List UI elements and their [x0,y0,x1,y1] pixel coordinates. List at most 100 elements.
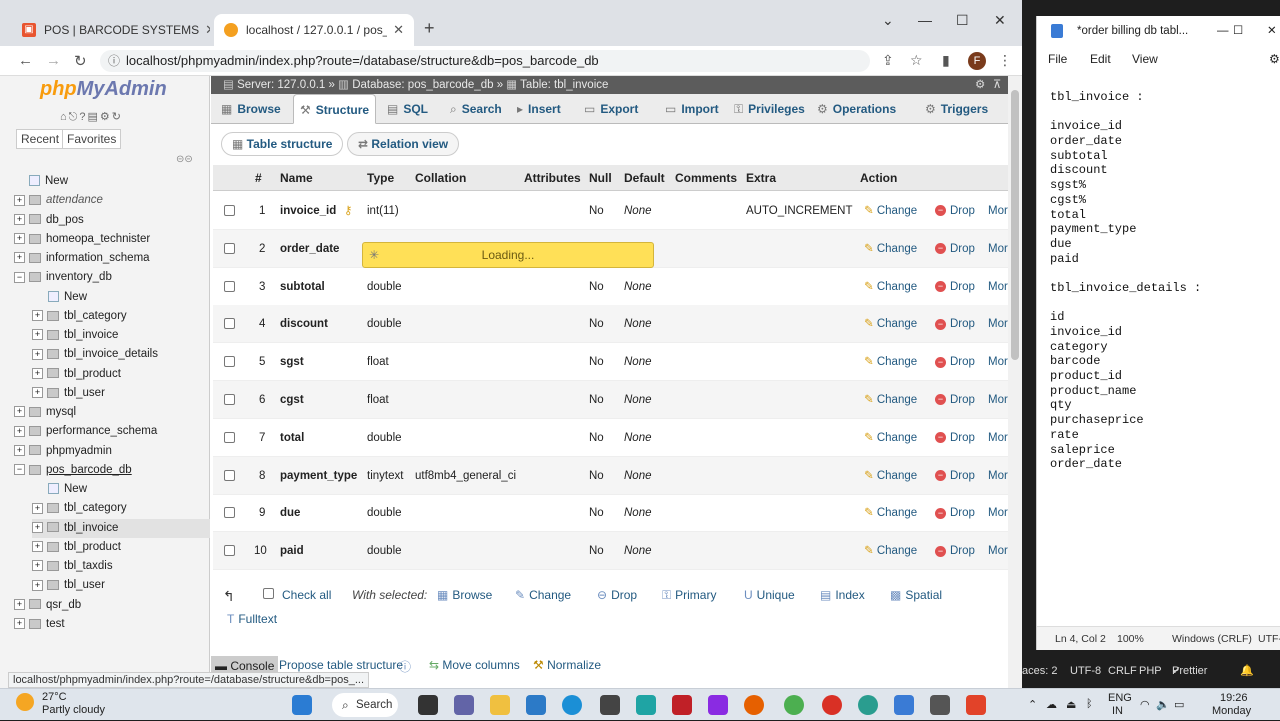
drop-action[interactable]: − Drop [935,494,975,532]
tab-sql[interactable]: ▤ SQL [381,94,434,124]
more-action[interactable]: Mor [988,457,1008,495]
more-action[interactable]: Mor [988,230,1008,268]
change-action[interactable]: ✎ Change [864,419,917,457]
collapse-link-icon[interactable]: ⊝⊝ [176,154,193,165]
logout-icon[interactable]: ⎋ [69,111,80,123]
drop-action[interactable]: − Drop [935,457,975,495]
tab-search[interactable]: ⌕ Search [444,94,508,124]
normalize-link[interactable]: ⚒ Normalize [533,658,601,672]
drop-action[interactable]: − Drop [935,268,975,306]
more-action[interactable]: Mor [988,343,1008,381]
change-action[interactable]: ✎ Change [864,305,917,343]
bulk-change-button[interactable]: ✎ Change [515,588,571,602]
indent-spaces[interactable]: aces: 2 [1022,660,1057,682]
back-arrow-icon[interactable]: ← [18,52,33,69]
tree-item-tbl-category[interactable]: + tbl_category [32,307,210,326]
close-window-icon[interactable]: ✕ [994,12,1006,29]
tab-insert[interactable]: ▸ Insert [511,94,567,124]
tab-browse[interactable]: ▦ Browse [215,94,287,124]
tree-item-information-schema[interactable]: + information_schema [14,249,210,268]
volume-icon[interactable]: 🔈 [1156,698,1170,711]
tree-item-New[interactable]: New [14,172,210,191]
row-checkbox[interactable] [224,242,235,254]
breadcrumb-server[interactable]: Server: 127.0.0.1 [237,79,325,91]
tree-item-tbl-invoice[interactable]: + tbl_invoice [32,326,210,345]
row-checkbox[interactable] [224,356,235,368]
tree-item-New[interactable]: New [32,288,210,307]
tree-item-homeopa-technister[interactable]: + homeopa_technister [14,230,210,249]
tree-item-tbl-user[interactable]: + tbl_user [32,576,210,595]
drop-action[interactable]: − Drop [935,192,975,230]
minimize-icon[interactable]: — [918,12,932,28]
tab-export[interactable]: ▭ Export [578,94,644,124]
expand-node-icon[interactable]: + [14,598,25,610]
close-tab-icon[interactable]: ✕ [387,22,404,38]
taskbar-search-button[interactable]: ⌕ Search [332,693,398,717]
share-icon[interactable]: ⇪ [882,52,894,69]
filezilla-icon[interactable] [966,695,986,715]
store-icon[interactable] [600,695,620,715]
edge-icon[interactable] [562,695,582,715]
bulk-spatial-button[interactable]: ▩ Spatial [890,588,942,602]
teams-icon[interactable] [454,695,474,715]
battery-icon[interactable]: ▭ [1174,698,1184,711]
windows-start-icon[interactable] [292,695,312,715]
notifications-bell-icon[interactable]: 🔔 [1240,660,1254,682]
expand-node-icon[interactable]: + [14,194,25,206]
settings-gear-icon[interactable]: ⚙ [975,76,985,94]
help-icon[interactable]: ⓘ [399,658,411,675]
url-input[interactable]: ⓘ localhost/phpmyadmin/index.php?route=/… [100,50,870,72]
bulk-drop-button[interactable]: ⊖ Drop [597,588,637,602]
drop-action[interactable]: − Drop [935,343,975,381]
breadcrumb-database[interactable]: Database: pos_barcode_db [352,79,493,91]
table-structure-tab[interactable]: ▦ Table structure [221,132,344,156]
more-action[interactable]: Mor [988,305,1008,343]
bulk-fulltext-button[interactable]: T Fulltext [227,612,277,626]
language-mode[interactable]: PHP [1139,660,1162,682]
expand-node-icon[interactable]: + [14,252,25,264]
collapse-node-icon[interactable]: − [14,464,25,476]
tab-privileges[interactable]: ⚿ Privileges [728,94,811,124]
terminal-icon[interactable] [930,695,950,715]
tree-item-tbl-user[interactable]: + tbl_user [32,384,210,403]
change-action[interactable]: ✎ Change [864,381,917,419]
drop-action[interactable]: − Drop [935,230,975,268]
expand-node-icon[interactable]: + [14,213,25,225]
drop-action[interactable]: − Drop [935,305,975,343]
tree-item-performance-schema[interactable]: + performance_schema [14,422,210,441]
clock-day[interactable]: Monday [1212,705,1251,717]
file-encoding[interactable]: UTF-8 [1070,660,1101,682]
menu-dots-icon[interactable]: ⋮ [998,52,1012,69]
more-action[interactable]: Mor [988,268,1008,306]
tree-item-New[interactable]: New [32,480,210,499]
menu-edit[interactable]: Edit [1090,52,1111,66]
close-window-icon[interactable]: ✕ [1267,16,1277,46]
check-all-label[interactable]: Check all [282,588,331,602]
change-action[interactable]: ✎ Change [864,192,917,230]
maximize-icon[interactable]: ☐ [956,12,969,29]
firefox-icon[interactable] [744,695,764,715]
tree-item-mysql[interactable]: + mysql [14,403,210,422]
file-explorer-icon[interactable] [490,695,510,715]
change-action[interactable]: ✎ Change [864,343,917,381]
drop-action[interactable]: − Drop [935,419,975,457]
cloud-icon[interactable]: ☁ [1046,698,1057,711]
expand-node-icon[interactable]: + [14,233,25,245]
expand-node-icon[interactable]: + [14,618,25,630]
tree-item-tbl-category[interactable]: + tbl_category [32,499,210,518]
breadcrumb-table[interactable]: Table: tbl_invoice [520,79,608,91]
tree-item-inventory-db[interactable]: − inventory_db [14,268,210,287]
menu-view[interactable]: View [1132,52,1158,66]
row-checkbox[interactable] [224,469,235,481]
tree-item-tbl-product[interactable]: + tbl_product [32,538,210,557]
chrome-profile-icon[interactable] [858,695,878,715]
expand-node-icon[interactable]: + [32,367,43,379]
col-header-name[interactable]: Name [280,165,313,191]
forward-arrow-icon[interactable]: → [46,52,61,69]
task-view-icon[interactable] [418,695,438,715]
change-action[interactable]: ✎ Change [864,230,917,268]
l-app-icon[interactable] [636,695,656,715]
recent-tab[interactable]: Recent [16,129,65,149]
propose-structure-link[interactable]: Propose table structure [279,658,403,672]
row-checkbox[interactable] [224,507,235,519]
